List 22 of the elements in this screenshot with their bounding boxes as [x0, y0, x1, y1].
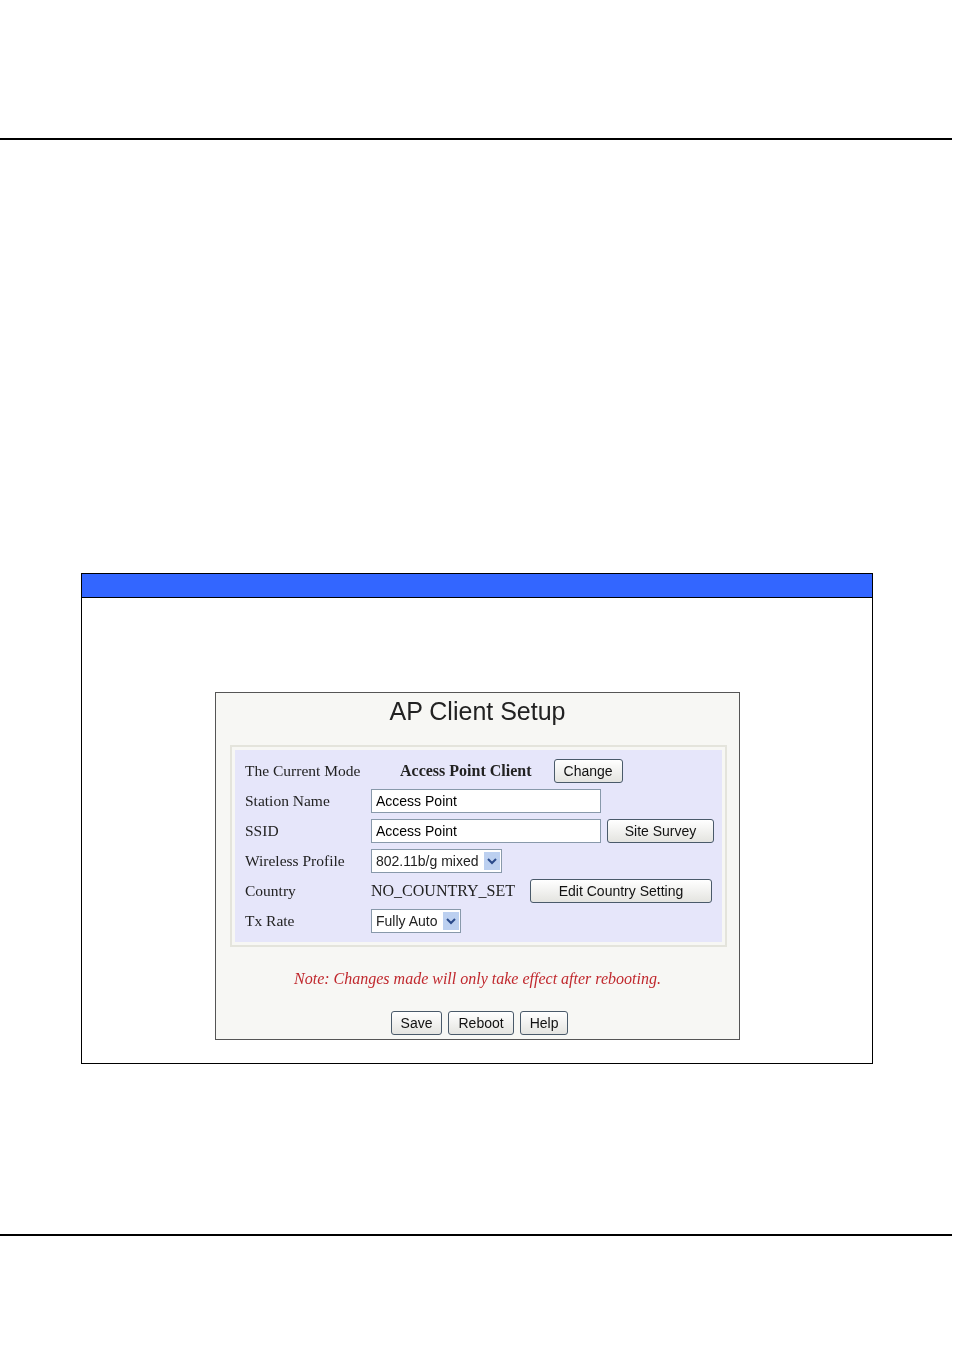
mode-value: Access Point Client — [400, 762, 532, 780]
dropdown[interactable]: Fully Auto — [371, 909, 462, 933]
field-label: The Current Mode — [245, 761, 362, 781]
action-button[interactable]: Change — [553, 759, 623, 783]
field-label: Station Name — [245, 791, 331, 811]
page-title: AP Client Setup — [388, 696, 567, 727]
action-button[interactable]: Reboot — [448, 1011, 514, 1035]
input-field[interactable]: Access Point — [371, 819, 601, 843]
field-label: Tx Rate — [245, 911, 296, 931]
caret-icon — [484, 852, 501, 870]
action-button[interactable]: Edit Country Setting — [530, 879, 712, 903]
field-label: SSID — [245, 821, 280, 841]
caret-icon — [443, 912, 460, 930]
field-label: Country — [245, 881, 297, 901]
dropdown[interactable]: 802.11b/g mixed — [371, 849, 503, 873]
input-field[interactable]: Access Point — [371, 789, 601, 813]
action-button[interactable]: Site Survey — [607, 819, 714, 843]
country-value: NO_COUNTRY_SET — [371, 882, 515, 900]
field-label: Wireless Profile — [245, 851, 346, 871]
action-button[interactable]: Save — [390, 1011, 443, 1035]
action-button[interactable]: Help — [519, 1011, 569, 1035]
reboot-note: Note: Changes made will only take effect after rebooting. — [293, 970, 662, 990]
